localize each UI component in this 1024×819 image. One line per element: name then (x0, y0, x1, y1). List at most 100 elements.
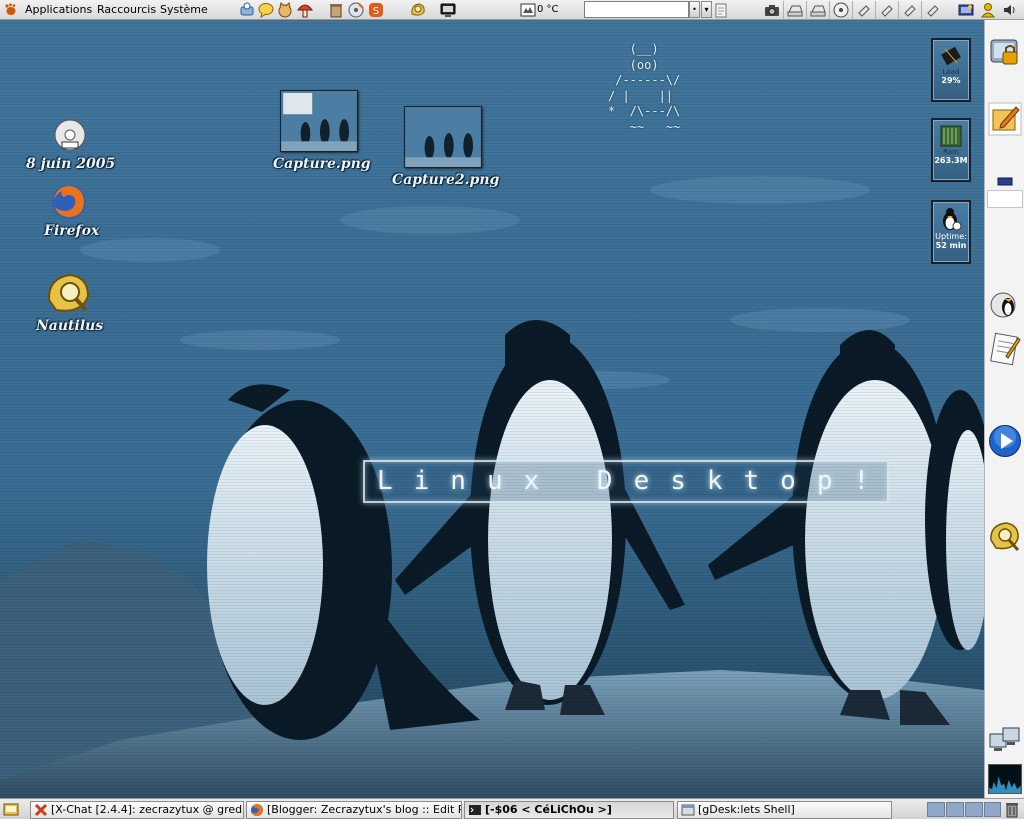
usb-icon (881, 5, 893, 17)
screenshot-preview-image (281, 91, 357, 151)
desklet-value: 29% (941, 76, 961, 85)
file-thumbnail (280, 90, 358, 152)
desktop-icon-nautilus[interactable]: Nautilus (36, 272, 108, 342)
workspace-3[interactable] (965, 802, 983, 817)
task-button-xchat[interactable]: [X-Chat [2.4.4]: zecrazytux @ gredi... (30, 801, 244, 819)
task-button-terminal[interactable]: [-$06 < CéLiChOu >] (464, 801, 674, 819)
monitor-icon[interactable] (440, 2, 456, 18)
search-icon[interactable] (988, 520, 1022, 554)
camera-icon[interactable] (764, 2, 780, 18)
cpu-chip-icon (941, 46, 961, 66)
firefox-icon (251, 804, 263, 816)
desklet-label: Uptime: (935, 232, 967, 241)
tux-clock-icon (943, 208, 962, 231)
task-label: [-$06 < CéLiChOu >] (485, 803, 612, 816)
tray-usb-3[interactable] (898, 1, 920, 19)
desktop-icon-cd[interactable]: 8 juin 2005 (26, 118, 116, 180)
network-monitors-icon[interactable] (988, 724, 1022, 758)
screenshot-preview-image (405, 107, 481, 167)
lock-icon[interactable] (988, 36, 1022, 70)
panel-search-input[interactable] (584, 1, 689, 18)
task-button-gdesklets[interactable]: [gDesk:lets Shell] (677, 801, 892, 819)
network-status-icon[interactable] (958, 2, 974, 18)
top-panel: Applications Raccourcis Système S 0 °C •… (0, 0, 1024, 20)
usb-icon (904, 5, 916, 17)
xchat-icon (34, 803, 48, 817)
desktop-icon-label: 8 juin 2005 (26, 156, 116, 172)
desktop-icon-label: Nautilus (36, 318, 104, 334)
gnome-foot-icon[interactable] (4, 3, 17, 16)
menu-raccourcis[interactable]: Raccourcis (94, 2, 159, 18)
desktop-icon-firefox[interactable]: Firefox (40, 183, 104, 243)
tray-cd[interactable] (829, 1, 851, 19)
entry-dropdown-button[interactable]: ▾ (701, 1, 712, 18)
drive-icon (810, 5, 826, 17)
desklet-label: Load (942, 68, 960, 76)
menu-systeme[interactable]: Système (157, 2, 211, 18)
desklet-ram[interactable]: Ram 263.3M (931, 118, 971, 182)
usb-icon (927, 5, 939, 17)
workspace-1[interactable] (927, 802, 945, 817)
mushroom-icon[interactable] (297, 2, 313, 18)
workspace-2[interactable] (946, 802, 964, 817)
trash-icon[interactable] (1004, 801, 1020, 818)
network-icon[interactable] (239, 2, 255, 18)
tray-usb-4[interactable] (921, 1, 943, 19)
show-desktop-icon[interactable] (3, 802, 19, 817)
desktop-file-label: Capture2.png (392, 172, 500, 188)
svg-text:S: S (373, 6, 379, 17)
terminal-icon (469, 805, 481, 815)
bottom-taskbar: [X-Chat [2.4.4]: zecrazytux @ gredi... [… (0, 798, 1024, 819)
desktop-file-capture[interactable]: Capture.png (270, 90, 371, 185)
temperature-readout: 0 °C (537, 4, 559, 15)
task-label: [gDesk:lets Shell] (698, 803, 795, 816)
entry-dot-button[interactable]: • (689, 1, 700, 18)
window-icon (681, 804, 695, 816)
menu-applications[interactable]: Applications (22, 2, 95, 18)
notepad-icon[interactable] (988, 102, 1022, 136)
ram-module-icon (940, 125, 962, 147)
desktop: 8 juin 2005 Firefox Nautilus Capture.png… (0, 20, 984, 798)
nautilus-icon[interactable] (410, 2, 426, 18)
trash-icon[interactable] (328, 2, 344, 18)
right-dock (984, 20, 1024, 798)
drive-icon (787, 5, 803, 17)
cpu-graph (989, 776, 1021, 793)
cd-icon (833, 2, 849, 18)
ascii-cow-art: (__) (oo) /------\/ / | || * /\---/\ ~~ … (608, 42, 681, 134)
tray-drive-1[interactable] (783, 1, 805, 19)
play-icon[interactable] (988, 424, 1022, 458)
desklet-value: 263.3M (934, 156, 968, 165)
tray-usb-1[interactable] (852, 1, 874, 19)
desklet-value: 52 min (935, 241, 967, 250)
skype-icon[interactable]: S (368, 2, 384, 18)
linux-desktop-banner: Linux Desktop! (363, 460, 889, 503)
task-label: [X-Chat [2.4.4]: zecrazytux @ gredi... (51, 803, 244, 816)
usb-icon (858, 5, 870, 17)
user-icon[interactable] (980, 2, 996, 18)
desktop-file-capture2[interactable]: Capture2.png (392, 106, 502, 201)
system-graph-icon[interactable] (988, 764, 1022, 794)
dock-blank-field[interactable] (987, 190, 1023, 208)
tray-usb-2[interactable] (875, 1, 897, 19)
chat-bubble-icon[interactable] (258, 2, 274, 18)
task-button-blogger[interactable]: [Blogger: Zecrazytux's blog :: Edit P... (246, 801, 462, 819)
desklet-load[interactable]: Load 29% (931, 38, 971, 102)
weather-icon[interactable] (520, 2, 536, 18)
volume-icon[interactable] (1002, 2, 1018, 18)
gaim-icon[interactable] (277, 2, 293, 18)
tray-drive-2[interactable] (806, 1, 828, 19)
desktop-icon-label: Firefox (44, 223, 100, 239)
burner-icon[interactable] (348, 2, 364, 18)
file-thumbnail (404, 106, 482, 168)
cd-disc-icon (54, 119, 86, 151)
desklet-label: Ram (943, 148, 959, 156)
text-editor-icon[interactable] (988, 332, 1022, 366)
desklet-uptime[interactable]: Uptime: 52 min (931, 200, 971, 264)
clipboard-icon[interactable] (713, 2, 729, 18)
workspace-4[interactable] (984, 802, 1001, 817)
nautilus-icon (47, 273, 90, 312)
firefox-icon (52, 185, 86, 219)
tux-gimp-icon[interactable] (988, 288, 1022, 322)
task-label: [Blogger: Zecrazytux's blog :: Edit P... (267, 803, 462, 816)
